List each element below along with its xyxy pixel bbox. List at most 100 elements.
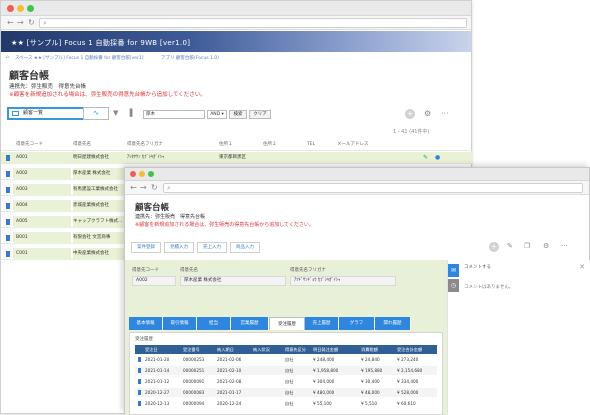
page-subtitle: 連携先：弥生販売 得意先台帳 bbox=[9, 84, 87, 90]
file-icon[interactable] bbox=[6, 171, 10, 177]
column-header[interactable]: 得意先名 bbox=[73, 139, 91, 151]
file-icon[interactable] bbox=[6, 219, 10, 225]
minimize-window-button[interactable] bbox=[139, 171, 145, 177]
gear-icon[interactable]: ⚙ bbox=[424, 109, 431, 118]
order-row[interactable]: 2021-01-20 00000253 2021-02-06 自社 ¥ 248,400 ¥… bbox=[135, 355, 437, 364]
order-row[interactable]: 2020-12-13 00000094 2020-12-24 自社 ¥ 55,100 ¥ … bbox=[135, 399, 437, 408]
back-url-bar[interactable]: ⌕ bbox=[39, 18, 467, 28]
graph-button[interactable]: ∿ bbox=[83, 107, 109, 120]
order-row[interactable]: 2021-01-12 00000091 2021-02-08 自社 ¥ 304,000 ¥… bbox=[135, 377, 437, 386]
tab-3[interactable]: 営業履歴 bbox=[231, 317, 269, 330]
history-icon[interactable]: ◷ bbox=[448, 279, 459, 292]
search-button[interactable]: 検索 bbox=[229, 110, 247, 119]
file-icon[interactable] bbox=[6, 203, 10, 209]
table-cell: 厚木産業 株式会社 bbox=[73, 168, 125, 180]
add-icon[interactable]: + bbox=[489, 242, 499, 252]
comment-icon[interactable]: ✉ bbox=[448, 264, 459, 277]
tab-4[interactable]: 受注履歴 bbox=[269, 317, 305, 330]
file-icon[interactable] bbox=[138, 390, 141, 395]
order-column-header[interactable]: 納入状況 bbox=[253, 345, 270, 354]
order-column-header[interactable]: 消費税額 bbox=[361, 345, 378, 354]
more-icon[interactable]: ··· bbox=[561, 242, 568, 250]
table-header: 得意先コード 得意先名 得意先名フリガナ 住所１ 住所２ TEL メールアドレス bbox=[1, 139, 473, 151]
tab-7[interactable]: 関わ履歴 bbox=[375, 317, 411, 330]
file-icon[interactable] bbox=[138, 379, 141, 384]
action-button-quote[interactable]: 見積入力 bbox=[164, 242, 194, 253]
file-icon[interactable] bbox=[138, 368, 141, 373]
front-url-bar[interactable]: ⌕ bbox=[163, 183, 583, 193]
edit-icon[interactable]: ✎ bbox=[507, 242, 513, 250]
order-cell: ¥ 60,610 bbox=[397, 401, 416, 406]
action-button-sales[interactable]: 売上入力 bbox=[197, 242, 227, 253]
maximize-window-button[interactable] bbox=[148, 171, 154, 177]
file-icon[interactable] bbox=[6, 235, 10, 241]
file-icon[interactable] bbox=[138, 357, 141, 362]
tab-1[interactable]: 取引情報 bbox=[163, 317, 197, 330]
order-cell: ¥ 30,400 bbox=[361, 379, 380, 384]
gear-icon[interactable]: ⚙ bbox=[543, 242, 549, 250]
close-window-button[interactable] bbox=[7, 5, 14, 12]
filter-operator-select[interactable]: AND ▾ bbox=[207, 110, 227, 119]
more-icon[interactable]: ··· bbox=[441, 109, 449, 118]
order-cell: ¥ 248,400 bbox=[313, 357, 335, 362]
tab-0[interactable]: 基本情報 bbox=[129, 317, 163, 330]
file-icon[interactable] bbox=[6, 187, 10, 193]
clear-button[interactable]: クリア bbox=[249, 110, 271, 119]
column-header[interactable]: 得意先名フリガナ bbox=[127, 139, 163, 151]
order-column-header[interactable]: 受注合計金額 bbox=[397, 345, 422, 354]
order-cell: ¥ 273,240 bbox=[397, 357, 419, 362]
column-header[interactable]: 住所２ bbox=[263, 139, 277, 151]
order-row[interactable]: 2021-01-14 00000251 2021-02-10 自社 ¥ 1,958,80… bbox=[135, 366, 437, 375]
copy-icon[interactable]: ❐ bbox=[524, 242, 530, 250]
close-window-button[interactable] bbox=[130, 171, 136, 177]
action-button-project[interactable]: 案件登録 bbox=[131, 242, 161, 253]
breadcrumb-app[interactable]: アプリ 顧客台帳(Focus 1.0) bbox=[161, 55, 219, 61]
file-icon[interactable] bbox=[6, 155, 10, 161]
table-cell: A003 bbox=[13, 184, 71, 196]
table-cell: A002 bbox=[13, 168, 71, 180]
back-icon[interactable]: ← bbox=[130, 183, 137, 192]
file-icon[interactable] bbox=[6, 251, 10, 257]
field-label: 得意先コード bbox=[132, 268, 159, 273]
order-column-header[interactable]: 得意先区分 bbox=[285, 345, 306, 354]
tab-5[interactable]: 売上履歴 bbox=[305, 317, 339, 330]
order-column-header[interactable]: 受注番号 bbox=[183, 345, 200, 354]
order-cell: ¥ 304,000 bbox=[313, 379, 335, 384]
order-column-header[interactable]: 納入期日 bbox=[217, 345, 234, 354]
subtable-title: 受注履歴 bbox=[135, 337, 153, 342]
maximize-window-button[interactable] bbox=[27, 5, 34, 12]
order-column-header[interactable]: 受注日 bbox=[145, 345, 158, 354]
column-header[interactable]: 住所１ bbox=[219, 139, 233, 151]
column-header[interactable]: 得意先コード bbox=[16, 139, 43, 151]
column-header[interactable]: TEL bbox=[307, 139, 315, 151]
order-cell: 2021-01-12 bbox=[145, 379, 170, 384]
close-icon[interactable]: ✕ bbox=[579, 263, 585, 271]
back-icon[interactable]: ← bbox=[7, 18, 14, 27]
reload-icon[interactable]: ↻ bbox=[28, 18, 35, 27]
add-icon[interactable]: + bbox=[405, 109, 415, 119]
reload-icon[interactable]: ↻ bbox=[151, 183, 158, 192]
forward-icon[interactable]: → bbox=[140, 183, 147, 192]
column-header[interactable]: メールアドレス bbox=[337, 139, 369, 151]
home-icon[interactable]: ⌂ bbox=[6, 55, 9, 60]
order-column-header[interactable]: 明日発注金額 bbox=[313, 345, 338, 354]
tab-2[interactable]: 担当 bbox=[197, 317, 231, 330]
detail-icon[interactable]: ● bbox=[435, 152, 440, 164]
order-cell: 2021-02-06 bbox=[217, 357, 242, 362]
record-title: 顧客台帳 bbox=[135, 203, 170, 213]
forward-icon[interactable]: → bbox=[17, 18, 24, 27]
filter-input[interactable]: 厚木 bbox=[143, 110, 205, 119]
file-icon[interactable] bbox=[138, 401, 141, 406]
chart-icon[interactable]: ▐ bbox=[127, 109, 132, 117]
edit-icon[interactable]: ✎ bbox=[423, 152, 428, 164]
breadcrumb-space[interactable]: スペース ★★ [サンプル] Focus 1 自動採番 for 顧客台帳[ver… bbox=[15, 55, 143, 61]
order-row[interactable]: 2020-12-27 00000083 2021-01-17 自社 ¥ 480,000 ¥… bbox=[135, 388, 437, 397]
table-cell: 赤城産業株式会社 bbox=[73, 200, 125, 212]
comment-header[interactable]: コメントする bbox=[464, 264, 491, 270]
order-history-panel: 受注履歴 受注日 受注番号 納入期日 納入状況 得意先区分 明日発注金額 消費税額 受注合計金… bbox=[129, 332, 443, 415]
action-button-product[interactable]: 商品入力 bbox=[230, 242, 260, 253]
tab-6[interactable]: グラフ bbox=[339, 317, 375, 330]
table-row[interactable]: A001 明日屋建株式会社 ｱｼﾀﾔｹﾝ ｶﾌﾞｼｷｶﾞｲｼｬ 東京都目黒区 ✎ ● bbox=[1, 152, 473, 164]
filter-icon[interactable]: ▼ bbox=[113, 109, 118, 117]
minimize-window-button[interactable] bbox=[17, 5, 24, 12]
